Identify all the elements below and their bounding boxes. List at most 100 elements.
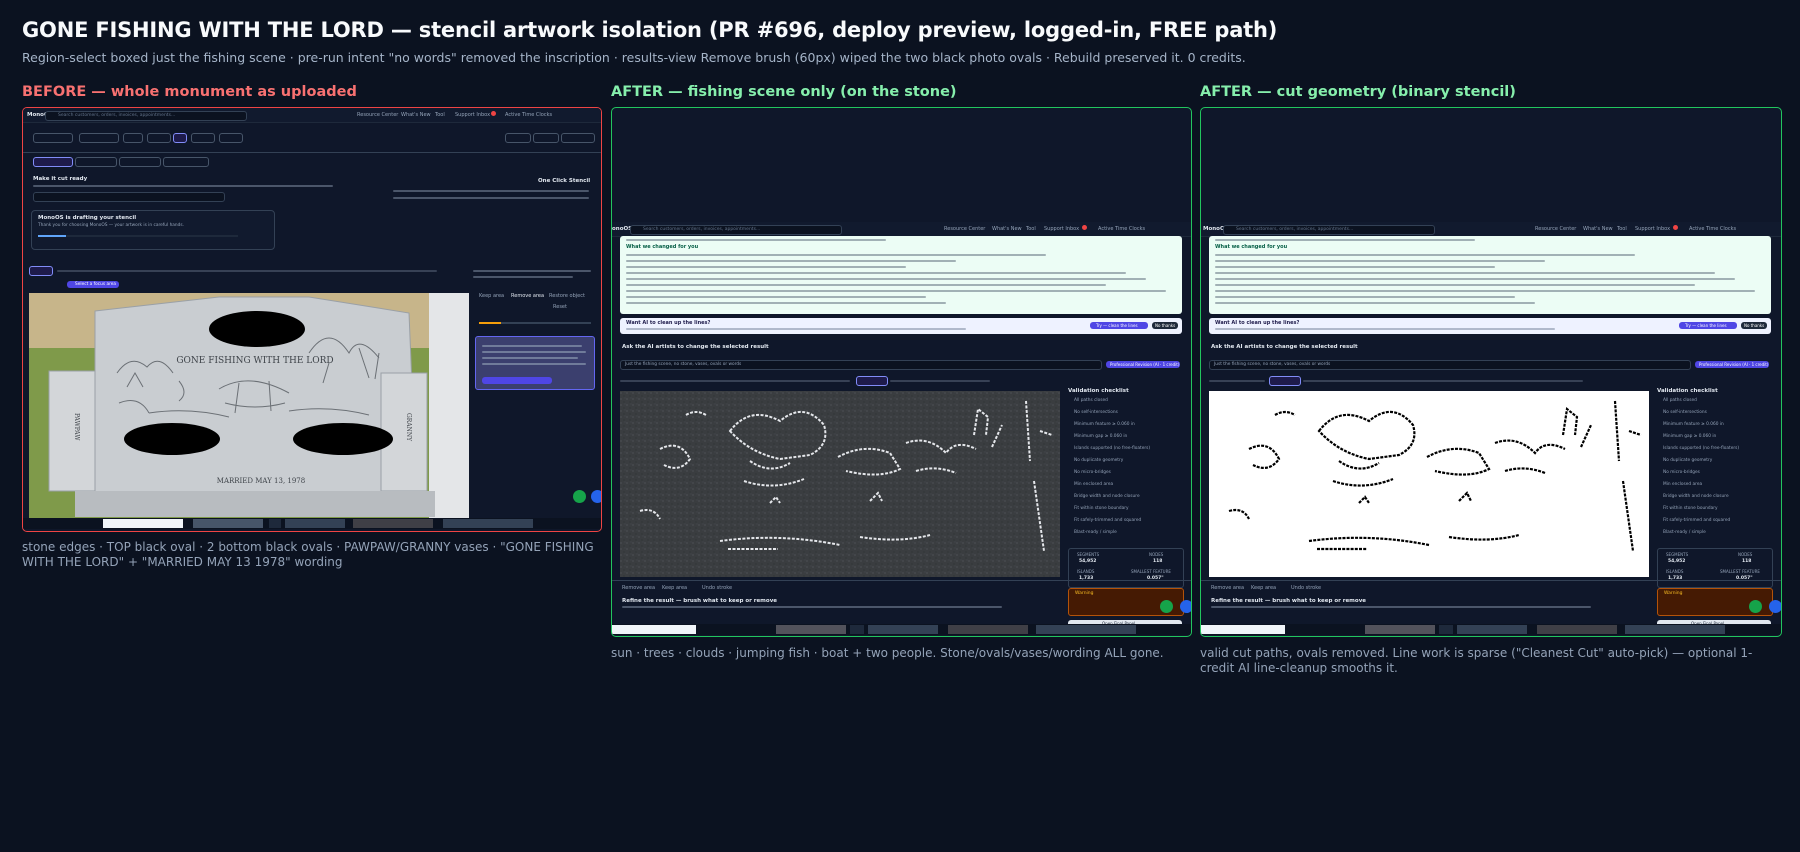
- repair-vectors-tab[interactable]: [119, 157, 161, 167]
- check-item: No micro-bridges: [1663, 470, 1700, 475]
- brush-reset[interactable]: Reset: [553, 304, 567, 310]
- check-item: Min enclosed area: [1074, 482, 1114, 487]
- chat-fab[interactable]: [1769, 600, 1781, 613]
- professional-revision-button[interactable]: Professional Revision (AI · 1 credit): [1106, 361, 1180, 368]
- select-material[interactable]: [33, 133, 73, 143]
- validation-checklist: Validation checklist All paths closed No…: [1657, 388, 1740, 535]
- preset-3[interactable]: [561, 133, 595, 143]
- professional-revision-button[interactable]: Professional Revision (AI · 1 credit): [1695, 361, 1769, 368]
- nav-whats-new[interactable]: What's New: [401, 112, 431, 118]
- nav-active-time-clocks[interactable]: Active Time Clocks: [1689, 226, 1736, 232]
- chat-fab[interactable]: [591, 490, 601, 503]
- nav-resource-center[interactable]: Resource Center: [357, 112, 398, 118]
- help-fab[interactable]: [1749, 600, 1762, 613]
- select-focus-area-button[interactable]: Select a focus area: [67, 281, 119, 288]
- after-scene-heading: AFTER — fishing scene only (on the stone…: [611, 84, 957, 100]
- nav-tool[interactable]: Tool: [1617, 226, 1627, 232]
- what-changed-card: What we changed for you: [620, 236, 1182, 314]
- isolate-artwork-tab[interactable]: [33, 157, 73, 167]
- nav-resource-center[interactable]: Resource Center: [1535, 226, 1576, 232]
- help-fab[interactable]: [573, 490, 586, 503]
- brush-remove-area[interactable]: Remove area: [511, 293, 544, 299]
- nav-active-time-clocks[interactable]: Active Time Clocks: [1098, 226, 1145, 232]
- tab-binary-mask[interactable]: [1269, 376, 1301, 386]
- what-changed-card: What we changed for you: [1209, 236, 1771, 314]
- ai-cleanup-prompt: Want AI to clean up the lines? Try — cle…: [1209, 318, 1771, 334]
- no-thanks-button[interactable]: No thanks: [1741, 322, 1767, 329]
- check-item: No duplicate geometry: [1074, 458, 1124, 463]
- no-thanks-button[interactable]: No thanks: [1152, 322, 1178, 329]
- app-search-input[interactable]: Search customers, orders, invoices, appo…: [630, 225, 842, 235]
- validation-checklist: Validation checklist All paths closed No…: [1068, 388, 1151, 535]
- tool-keep-area[interactable]: Keep area: [1251, 585, 1276, 591]
- describe-input[interactable]: [33, 192, 225, 202]
- fixed-toggle[interactable]: [123, 133, 143, 143]
- tool-remove-area[interactable]: Remove area: [622, 585, 655, 591]
- tool-undo-stroke[interactable]: Undo stroke: [702, 585, 732, 591]
- brush-keep-area[interactable]: Keep area: [479, 293, 504, 299]
- check-item: No duplicate geometry: [1663, 458, 1713, 463]
- check-item: Bridge width and node closure: [1663, 494, 1729, 499]
- app-search-input[interactable]: Search customers, orders, invoices, appo…: [1223, 225, 1435, 235]
- app-search-input[interactable]: Search customers, orders, invoices, appo…: [45, 111, 247, 121]
- check-item: Fit safely-trimmed and squared: [1074, 518, 1142, 523]
- validate-export-tab[interactable]: [163, 157, 209, 167]
- brush-restore-object[interactable]: Restore object: [549, 293, 585, 299]
- ask-ai-title: Ask the AI artists to change the selecte…: [622, 344, 769, 350]
- binary-stencil-result: [1209, 391, 1649, 577]
- lock-ratio[interactable]: [173, 133, 187, 143]
- make-cut-ready-title: Make it cut ready: [33, 176, 88, 182]
- nav-support-inbox[interactable]: Support Inbox: [1044, 226, 1079, 232]
- try-clean-lines-button[interactable]: Try — clean the lines: [1679, 322, 1737, 329]
- nav-tool[interactable]: Tool: [1026, 226, 1036, 232]
- tool-undo-stroke[interactable]: Undo stroke: [1291, 585, 1321, 591]
- notification-dot: [491, 111, 496, 116]
- nav-support-inbox[interactable]: Support Inbox: [1635, 226, 1670, 232]
- nav-resource-center[interactable]: Resource Center: [944, 226, 985, 232]
- check-item: Fit within stone boundary: [1074, 506, 1129, 511]
- after-geometry-caption: valid cut paths, ovals removed. Line wor…: [1200, 646, 1753, 675]
- select-stencil[interactable]: [79, 133, 119, 143]
- metrics-card: SEGMENTS 54,952 NODES 118 ISLANDS 1,733 …: [1657, 548, 1773, 588]
- max-input[interactable]: [219, 133, 243, 143]
- chat-fab[interactable]: [1180, 600, 1191, 613]
- nav-active-time-clocks[interactable]: Active Time Clocks: [505, 112, 552, 118]
- brush-size-slider[interactable]: [479, 322, 591, 324]
- run-ai-cleanup-button[interactable]: [482, 377, 552, 384]
- ask-ai-input[interactable]: Just the fishing scene, no stone, vases,…: [1209, 360, 1691, 370]
- app-topbar: onoOS Search customers, orders, invoices…: [612, 222, 1191, 237]
- preset-1[interactable]: [505, 133, 531, 143]
- before-screenshot: MonoOS Search customers, orders, invoice…: [22, 107, 602, 532]
- nav-support-inbox[interactable]: Support Inbox: [455, 112, 490, 118]
- metrics-card: SEGMENTS 54,952 NODES 118 ISLANDS 1,733 …: [1068, 548, 1184, 588]
- tab-on-the-stone[interactable]: [856, 376, 888, 386]
- check-item: Minimum gap ≥ 0.060 in: [1663, 434, 1717, 439]
- try-clean-lines-button[interactable]: Try — clean the lines: [1090, 322, 1148, 329]
- ask-ai-input[interactable]: Just the fishing scene, no stone, vases,…: [620, 360, 1102, 370]
- page-title: GONE FISHING WITH THE LORD — stencil art…: [22, 18, 1278, 42]
- tool-remove-area[interactable]: Remove area: [1211, 585, 1244, 591]
- preset-2[interactable]: [533, 133, 559, 143]
- nav-tool[interactable]: Tool: [435, 112, 445, 118]
- nav-whats-new[interactable]: What's New: [1583, 226, 1613, 232]
- check-item: Min enclosed area: [1663, 482, 1703, 487]
- inscription-bottom-text: MARRIED MAY 13, 1978: [217, 477, 305, 485]
- help-fab[interactable]: [1160, 600, 1173, 613]
- create-stencil-tab[interactable]: [75, 157, 117, 167]
- tab-outlines[interactable]: [29, 266, 53, 276]
- tool-keep-area[interactable]: Keep area: [662, 585, 687, 591]
- check-item: Islands supported (no free-floaters): [1074, 446, 1151, 451]
- check-item: Bridge width and node closure: [1074, 494, 1140, 499]
- check-item: No self-intersections: [1663, 410, 1707, 415]
- ai-suggestion-card: [475, 336, 595, 390]
- width-input[interactable]: [147, 133, 171, 143]
- check-item: Fit safely-trimmed and squared: [1663, 518, 1731, 523]
- height-input[interactable]: [191, 133, 215, 143]
- check-item: Islands supported (no free-floaters): [1663, 446, 1740, 451]
- nav-whats-new[interactable]: What's New: [992, 226, 1022, 232]
- bottom-right-black-oval: [293, 423, 393, 455]
- after-scene-screenshot: onoOS Search customers, orders, invoices…: [611, 107, 1192, 637]
- inscription-top-text: GONE FISHING WITH THE LORD: [176, 356, 333, 366]
- check-item: Blast-ready / simple: [1074, 530, 1117, 535]
- one-click-stencil[interactable]: One Click Stencil: [538, 178, 590, 184]
